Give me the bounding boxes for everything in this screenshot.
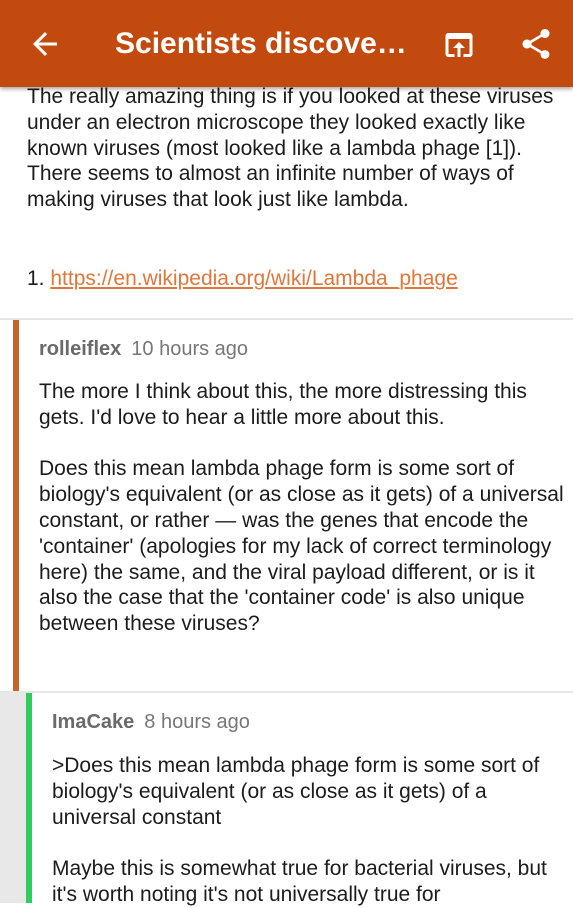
comment-depth-bar — [13, 320, 19, 693]
comment-username[interactable]: rolleiflex — [39, 338, 121, 360]
app-bar: Scientists discover Hundreds of New Viru… — [0, 0, 573, 87]
reference-link[interactable]: https://en.wikipedia.org/wiki/Lambda_pha… — [50, 267, 457, 290]
comment-body: The more I think about this, the more di… — [39, 380, 564, 636]
share-icon[interactable] — [518, 25, 554, 63]
comment-header: rolleiflex 10 hours ago — [39, 336, 248, 362]
nested-indent-gutter — [0, 693, 26, 903]
comment-depth-bar — [26, 693, 32, 903]
divider — [0, 691, 573, 693]
page-title: Scientists discover Hundreds of New Viru… — [115, 27, 415, 60]
comment-body: >Does this mean lambda phage form is som… — [52, 754, 547, 906]
open-in-browser-icon[interactable] — [441, 27, 477, 63]
post-body: The really amazing thing is if you looke… — [27, 85, 554, 212]
reference-number: 1. — [27, 267, 45, 290]
comment-timestamp: 10 hours ago — [131, 338, 249, 360]
comment-timestamp: 8 hours ago — [144, 711, 250, 733]
arrow-back-icon[interactable] — [27, 26, 63, 62]
divider — [0, 318, 573, 320]
comment-username[interactable]: ImaCake — [52, 711, 134, 733]
comment-header: ImaCake 8 hours ago — [52, 709, 250, 735]
reference-line: 1. https://en.wikipedia.org/wiki/Lambda_… — [27, 266, 458, 292]
